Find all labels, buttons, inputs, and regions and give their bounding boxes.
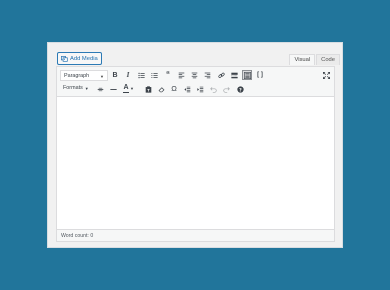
numbered-list-button[interactable] [149,70,159,80]
tab-code[interactable]: Code [316,54,340,65]
read-more-icon [230,72,238,78]
formats-menu[interactable]: Formats ▼ [63,85,89,91]
indent-button[interactable] [195,84,205,94]
toolbar-row-2: Formats ▼ A ▼ T Ω ? [57,82,334,96]
strikethrough-icon [97,87,103,91]
undo-button[interactable] [208,84,218,94]
italic-button[interactable]: I [123,70,133,80]
dfw-mode-button[interactable]: [ ] [255,70,265,80]
indent-icon [196,86,203,92]
add-media-icon [61,56,68,62]
redo-button[interactable] [221,84,231,94]
add-media-button[interactable]: Add Media [57,52,102,65]
toolbar-toggle-button[interactable] [242,70,252,80]
chevron-down-icon: ▼ [100,74,104,79]
word-count: Word count: 0 [61,232,94,239]
blockquote-icon: “ [166,70,170,79]
link-icon [217,72,225,78]
numbered-list-icon [150,72,158,78]
clear-formatting-button[interactable] [156,84,166,94]
help-button[interactable]: ? [235,84,245,94]
paste-text-icon: T [145,85,151,93]
fullscreen-button[interactable] [321,70,331,80]
tab-visual[interactable]: Visual [289,54,316,65]
align-center-button[interactable] [189,70,199,80]
brackets-icon: [ ] [257,72,263,78]
read-more-button[interactable] [229,70,239,80]
horizontal-line-icon [109,88,117,90]
text-color-icon: A [123,84,129,93]
editor-container: Paragraph ▼ B I “ [] Formats ▼ A ▼ T Ω … [56,66,335,242]
bulleted-list-icon [137,72,145,78]
paste-as-text-button[interactable]: T [143,84,153,94]
svg-text:?: ? [239,87,242,93]
bulleted-list-button[interactable] [136,70,146,80]
editor-content-area[interactable] [57,98,334,229]
bold-icon: B [112,71,118,79]
align-center-icon [191,72,197,78]
chevron-down-icon: ▼ [84,85,89,91]
paragraph-format-select[interactable]: Paragraph ▼ [60,70,108,81]
insert-link-button[interactable] [216,70,226,80]
special-character-button[interactable]: Ω [169,84,179,94]
text-color-dropdown[interactable]: ▼ [129,84,135,94]
italic-icon: I [126,70,130,79]
fullscreen-icon [322,71,330,79]
undo-icon [209,86,217,93]
editor-toolbar: Paragraph ▼ B I “ [] Formats ▼ A ▼ T Ω … [57,67,334,97]
page: { "add_media": { "label": "Add Media", "… [0,0,390,290]
help-icon: ? [236,85,244,93]
eraser-icon [158,86,164,92]
redo-icon [222,86,230,93]
format-select-value: Paragraph [64,72,90,79]
outdent-icon [183,86,190,92]
kitchen-sink-icon [243,71,251,79]
align-right-icon [204,72,210,78]
align-left-button[interactable] [176,70,186,80]
editor-statusbar: Word count: 0 [57,229,334,241]
blockquote-button[interactable]: “ [163,70,173,80]
formats-label: Formats [63,85,83,91]
add-media-label: Add Media [70,55,98,62]
horizontal-line-button[interactable] [108,84,118,94]
outdent-button[interactable] [182,84,192,94]
bold-button[interactable]: B [110,70,120,80]
align-right-button[interactable] [202,70,212,80]
chevron-down-icon: ▼ [130,86,134,91]
editor-mode-tabs: Visual Code [289,54,340,65]
toolbar-row-1: Paragraph ▼ B I “ [] [57,68,334,82]
omega-icon: Ω [171,84,177,94]
strikethrough-button[interactable] [95,84,105,94]
editor-panel: Add Media Visual Code Paragraph ▼ B I “ … [47,42,343,248]
align-left-icon [178,72,184,78]
